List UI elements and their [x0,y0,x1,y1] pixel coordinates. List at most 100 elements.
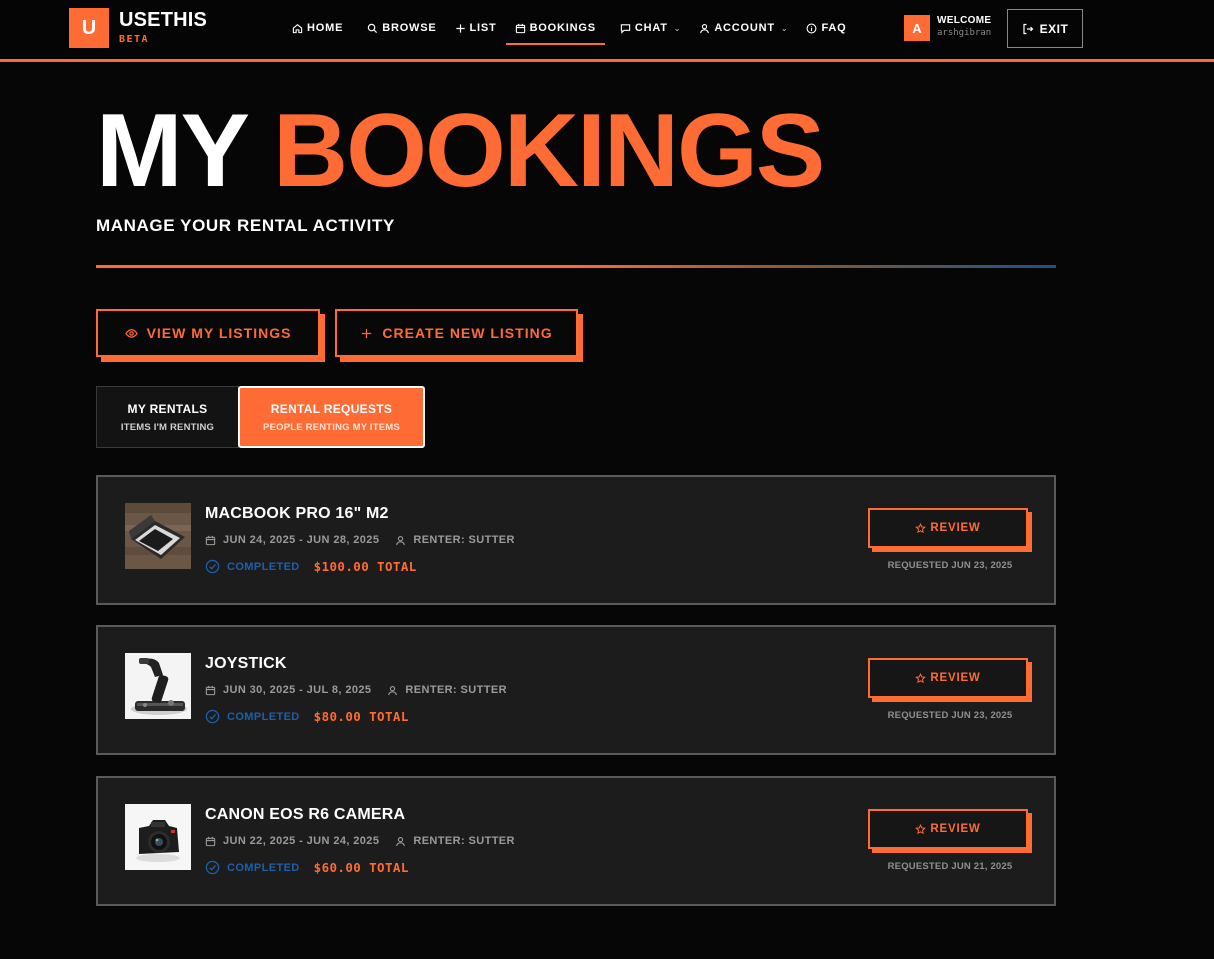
search-icon [367,23,378,33]
check-circle-icon [205,860,220,875]
star-icon [915,522,927,533]
calendar-icon [205,685,216,695]
create-new-listing-button[interactable]: CREATE NEW LISTING [335,309,578,357]
user-icon [388,685,398,695]
booking-renter: RENTER: SUTTER [395,835,515,847]
brand-name: USETHIS [119,9,208,31]
gradient-divider [96,265,1056,268]
check-circle-icon [205,559,220,574]
home-icon [292,23,303,33]
calendar-icon [205,535,216,545]
renter-name: RENTER: SUTTER [413,835,515,847]
view-my-listings-label: VIEW MY LISTINGS [146,325,292,341]
booking-dates: JUN 30, 2025 - JUL 8, 2025 [223,684,372,696]
tab-subtitle: ITEMS I'M RENTING [120,421,215,433]
nav-item-bookings[interactable]: BOOKINGS [505,13,606,45]
booking-card: CANON EOS R6 CAMERA JUN 22, 2025 - JUN 2… [96,776,1056,906]
booking-meta: JUN 30, 2025 - JUL 8, 2025 RENTER: SUTTE… [205,684,507,696]
review-label: REVIEW [930,823,981,835]
exit-button[interactable]: EXIT [1007,9,1083,48]
tab-rental-requests[interactable]: RENTAL REQUESTS PEOPLE RENTING MY ITEMS [238,386,425,448]
booking-status-row: COMPLETED $100.00 TOTAL [205,559,417,574]
welcome-label: WELCOME [937,15,992,26]
nav-label-faq: FAQ [821,22,847,34]
nav-item-home[interactable]: HOME [283,13,352,43]
booking-dates: JUN 22, 2025 - JUN 24, 2025 [223,835,380,847]
chat-icon [620,23,631,34]
review-label: REVIEW [930,672,981,684]
page-title-part1: MY [96,93,248,209]
booking-status-row: COMPLETED $60.00 TOTAL [205,860,409,875]
tab-my-rentals[interactable]: MY RENTALS ITEMS I'M RENTING [96,386,239,448]
booking-total: $100.00 TOTAL [313,559,417,574]
booking-title: MACBOOK PRO 16" M2 [205,505,389,522]
nav-label-browse: BROWSE [382,22,437,34]
plus-icon [362,328,372,338]
star-icon [915,823,927,834]
calendar-icon [515,23,525,33]
booking-total: $80.00 TOTAL [313,709,409,724]
review-button[interactable]: REVIEW [868,658,1028,698]
view-my-listings-button[interactable]: VIEW MY LISTINGS [96,309,320,357]
requested-date: REQUESTED JUN 23, 2025 [887,710,1013,721]
calendar-icon [205,836,216,846]
booking-card: MACBOOK PRO 16" M2 JUN 24, 2025 - JUN 28… [96,475,1056,605]
star-icon [915,672,927,683]
laptop-image [125,503,191,569]
status-badge: COMPLETED [205,860,300,875]
nav-label-chat: CHAT [634,22,668,34]
review-button[interactable]: REVIEW [868,809,1028,849]
nav-item-browse[interactable]: BROWSE [358,13,445,43]
status-text: COMPLETED [227,710,300,723]
welcome-block: WELCOME arshgibran [937,15,991,38]
user-icon [700,23,710,33]
chevron-down-icon: ⌄ [673,23,682,33]
chevron-down-icon: ⌄ [780,23,789,33]
plus-icon [455,23,465,33]
booking-total: $60.00 TOTAL [313,860,409,875]
status-badge: COMPLETED [205,709,300,724]
logo-mark[interactable]: U [69,8,109,48]
user-icon [396,836,406,846]
nav-label-bookings: BOOKINGS [529,22,596,34]
tab-subtitle: PEOPLE RENTING MY ITEMS [263,421,400,433]
booking-status-row: COMPLETED $80.00 TOTAL [205,709,409,724]
review-label: REVIEW [930,522,981,534]
page-subtitle: MANAGE YOUR RENTAL ACTIVITY [96,216,395,235]
tab-title: RENTAL REQUESTS [270,401,393,416]
logout-icon [1023,23,1034,34]
status-badge: COMPLETED [205,559,300,574]
eye-icon [124,328,138,338]
booking-renter: RENTER: SUTTER [395,534,515,546]
status-text: COMPLETED [227,861,300,874]
joystick-image [125,653,191,719]
renter-name: RENTER: SUTTER [413,534,515,546]
nav-label-list: LIST [469,22,497,34]
requested-date: REQUESTED JUN 23, 2025 [887,560,1013,571]
booking-title: JOYSTICK [205,655,287,672]
booking-dates: JUN 24, 2025 - JUN 28, 2025 [223,534,380,546]
check-circle-icon [205,709,220,724]
nav-item-faq[interactable]: FAQ [797,13,855,43]
nav-label-home: HOME [307,22,344,34]
nav-item-chat[interactable]: CHAT ⌄ [611,13,690,43]
username: arshgibran [937,28,992,38]
booking-card: JOYSTICK JUN 30, 2025 - JUL 8, 2025 RENT… [96,625,1056,755]
main-nav: HOME BROWSE LIST BOOKINGS CHAT ⌄ ACCOUNT… [283,0,855,56]
exit-label: EXIT [1039,21,1069,36]
avatar[interactable]: A [904,15,930,41]
camera-image [125,804,191,870]
create-new-listing-label: CREATE NEW LISTING [382,325,553,341]
status-text: COMPLETED [227,560,300,573]
review-button[interactable]: REVIEW [868,508,1028,548]
tab-title: MY RENTALS [127,401,208,416]
requested-date: REQUESTED JUN 21, 2025 [887,861,1013,872]
user-icon [396,535,406,545]
top-navigation-bar: U USETHIS BETA HOME BROWSE LIST BOOKINGS… [0,0,1214,62]
nav-item-list[interactable]: LIST [446,13,506,43]
nav-item-account[interactable]: ACCOUNT ⌄ [690,13,797,43]
booking-title: CANON EOS R6 CAMERA [205,806,406,823]
brand[interactable]: USETHIS BETA [119,10,207,45]
beta-badge: BETA [119,34,150,45]
page-title-part2: BOOKINGS [273,93,825,209]
